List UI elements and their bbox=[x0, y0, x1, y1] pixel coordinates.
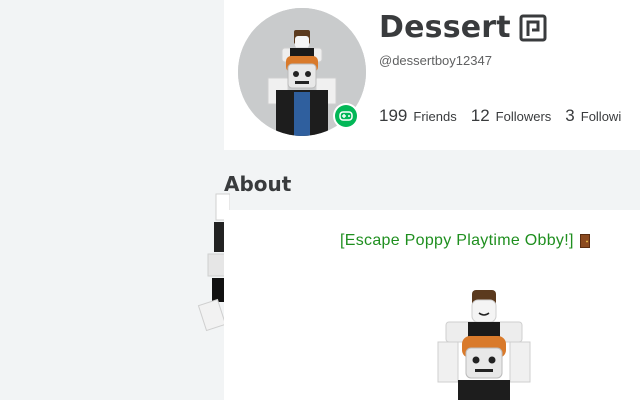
door-icon bbox=[579, 234, 590, 248]
about-heading: About bbox=[224, 172, 292, 196]
about-description: [Escape Poppy Playtime Obby!] bbox=[340, 232, 590, 250]
stat-followers[interactable]: 12 Followers bbox=[471, 106, 552, 126]
left-gutter bbox=[0, 0, 230, 400]
premium-icon bbox=[519, 14, 547, 42]
profile-stats: 199 Friends 12 Followers 3 Followi bbox=[379, 106, 635, 126]
stat-value: 12 bbox=[470, 106, 490, 125]
about-avatar-image bbox=[437, 290, 531, 400]
stat-value: 199 bbox=[379, 106, 408, 125]
about-text: [Escape Poppy Playtime Obby!] bbox=[340, 232, 574, 249]
stat-label: Followi bbox=[580, 109, 622, 124]
gamepad-icon bbox=[339, 111, 353, 121]
stat-label: Friends bbox=[413, 109, 457, 124]
stat-following[interactable]: 3 Followi bbox=[565, 106, 621, 126]
display-name: Dessert bbox=[379, 10, 511, 45]
username: @dessertboy12347 bbox=[379, 53, 492, 68]
stat-label: Followers bbox=[495, 109, 552, 124]
profile-page: Dessert @dessertboy12347 199 Friends 12 … bbox=[0, 0, 640, 400]
display-name-row: Dessert bbox=[379, 10, 547, 46]
stat-value: 3 bbox=[565, 106, 575, 125]
stat-friends[interactable]: 199 Friends bbox=[379, 106, 457, 126]
presence-indicator bbox=[335, 105, 357, 127]
presence-badge[interactable] bbox=[333, 103, 359, 129]
